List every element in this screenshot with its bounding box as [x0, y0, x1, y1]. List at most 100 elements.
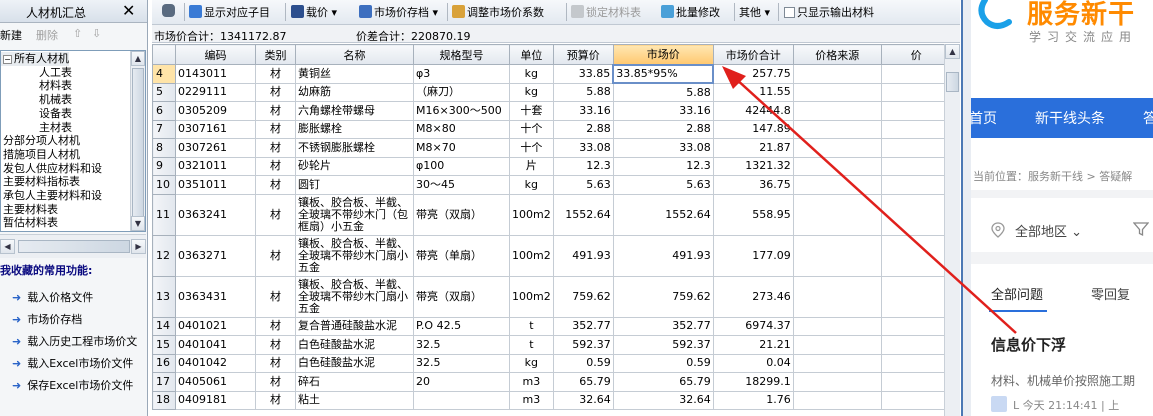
scroll-thumb[interactable]	[132, 68, 144, 218]
table-cell[interactable]: 65.79	[552, 372, 614, 392]
table-cell[interactable]: 6974.37	[712, 316, 794, 336]
table-cell[interactable]: 材	[255, 156, 296, 176]
table-cell[interactable]: m3	[509, 372, 554, 392]
nav-qa[interactable]: 答	[1143, 108, 1153, 128]
table-cell[interactable]: 十个	[509, 119, 554, 139]
table-cell[interactable]: φ100	[413, 156, 510, 176]
table-cell[interactable]: 36.75	[712, 175, 794, 195]
table-cell[interactable]: 12.3	[552, 156, 614, 176]
table-cell[interactable]	[880, 64, 952, 84]
table-cell[interactable]: 不锈钢膨胀螺栓	[295, 138, 414, 158]
table-cell[interactable]: 0.59	[552, 353, 614, 373]
favorite-link[interactable]: ➜ 载入历史工程市场价文	[12, 333, 137, 349]
question-title[interactable]: 信息价下浮	[991, 334, 1066, 355]
table-cell[interactable]	[880, 138, 952, 158]
table-cell[interactable]: 白色硅酸盐水泥	[295, 335, 414, 355]
table-cell[interactable]	[792, 119, 882, 139]
nav-home[interactable]: 首页	[969, 108, 997, 128]
table-cell[interactable]	[792, 138, 882, 158]
table-cell[interactable]: 0405061	[175, 372, 256, 392]
row-number[interactable]: 16	[152, 353, 176, 373]
scroll-left-icon[interactable]: ◀	[0, 239, 15, 254]
table-cell[interactable]: 0.04	[712, 353, 794, 373]
table-cell[interactable]: kg	[509, 175, 554, 195]
table-cell[interactable]	[413, 390, 510, 410]
table-cell[interactable]: 碎石	[295, 372, 414, 392]
table-cell[interactable]: 0401021	[175, 316, 256, 336]
table-cell[interactable]: 材	[255, 390, 296, 410]
table-cell[interactable]: 1321.32	[712, 156, 794, 176]
table-cell[interactable]: 带亮（单扇）	[413, 234, 510, 277]
table-cell[interactable]	[880, 175, 952, 195]
table-cell[interactable]: 带亮（双扇）	[413, 193, 510, 236]
table-cell[interactable]: 1552.64	[552, 193, 614, 236]
table-cell[interactable]: t	[509, 335, 554, 355]
table-cell[interactable]: 镶板、胶合板、半截、全玻璃不带纱木门（包框扇）小五金	[295, 193, 414, 236]
favorite-link[interactable]: ➜ 载入价格文件	[12, 289, 93, 305]
table-cell[interactable]: 镶板、胶合板、半截、全玻璃不带纱木门扇小五金	[295, 234, 414, 277]
table-cell[interactable]	[792, 193, 882, 236]
table-cell[interactable]	[792, 64, 882, 84]
table-cell[interactable]: 砂轮片	[295, 156, 414, 176]
table-cell[interactable]	[792, 101, 882, 121]
table-cell[interactable]: 材	[255, 193, 296, 236]
table-cell[interactable]: kg	[509, 353, 554, 373]
row-number[interactable]: 7	[152, 119, 176, 139]
table-cell[interactable]: 材	[255, 372, 296, 392]
column-header[interactable]	[152, 44, 176, 65]
row-number[interactable]: 13	[152, 275, 176, 318]
column-header[interactable]: 预算价	[552, 44, 614, 65]
table-cell[interactable]: 12.3	[612, 156, 714, 176]
tree-item[interactable]: 发包人供应材料和设	[1, 162, 102, 176]
region-select[interactable]: 全部地区 ⌄	[1015, 221, 1082, 240]
table-cell[interactable]: 21.87	[712, 138, 794, 158]
table-cell[interactable]	[880, 372, 952, 392]
table-cell[interactable]: 352.77	[552, 316, 614, 336]
favorite-link[interactable]: ➜ 载入Excel市场价文件	[12, 355, 133, 371]
table-cell[interactable]: 5.63	[612, 175, 714, 195]
table-cell[interactable]: 膨胀螺栓	[295, 119, 414, 139]
column-header[interactable]: 价	[880, 44, 952, 65]
table-cell[interactable]: t	[509, 316, 554, 336]
table-cell[interactable]: 33.85	[552, 64, 614, 84]
table-cell[interactable]: 32.5	[413, 335, 510, 355]
adjust-coef-button[interactable]: 调整市场价系数	[452, 4, 544, 20]
row-number[interactable]: 6	[152, 101, 176, 121]
table-cell[interactable]	[880, 234, 952, 277]
tree-item[interactable]: 暂估材料表	[1, 216, 58, 230]
table-cell[interactable]: 100m2	[509, 275, 554, 318]
table-row[interactable]: 12 0363271 材镶板、胶合板、半截、全玻璃不带纱木门扇小五金 带亮（单扇） 10…	[152, 234, 952, 277]
table-cell[interactable]: 11.55	[712, 82, 794, 102]
scroll-up-icon[interactable]: ▲	[131, 51, 145, 66]
table-cell[interactable]: （麻刀）	[413, 82, 510, 102]
table-cell[interactable]: 0143011	[175, 64, 256, 84]
table-cell[interactable]: 20	[413, 372, 510, 392]
table-cell[interactable]	[792, 316, 882, 336]
table-cell[interactable]: 幼麻筋	[295, 82, 414, 102]
tab-zero-replies[interactable]: 零回复	[1091, 284, 1130, 303]
table-cell[interactable]: 65.79	[612, 372, 714, 392]
table-cell[interactable]: 0321011	[175, 156, 256, 176]
table-cell[interactable]: P.O 42.5	[413, 316, 510, 336]
table-cell[interactable]: 5.88	[552, 82, 614, 102]
column-header[interactable]: 单位	[509, 44, 554, 65]
row-number[interactable]: 11	[152, 193, 176, 236]
table-cell[interactable]: 0229111	[175, 82, 256, 102]
table-row[interactable]: 16 0401042 材白色硅酸盐水泥 32.5 kg 0.59 0.59 0.04	[152, 353, 952, 373]
table-cell[interactable]: 491.93	[552, 234, 614, 277]
market-price-edit-cell[interactable]: 33.85*95%	[612, 63, 715, 84]
table-cell[interactable]: 100m2	[509, 234, 554, 277]
table-row[interactable]: 4 0143011 材黄铜丝 φ3 kg 33.85 33.85*95% 257.75	[152, 63, 952, 84]
table-cell[interactable]	[880, 119, 952, 139]
table-cell[interactable]: 材	[255, 101, 296, 121]
table-cell[interactable]: 592.37	[612, 335, 714, 355]
load-price-button[interactable]: 载价 ▾	[291, 4, 337, 20]
row-number[interactable]: 10	[152, 175, 176, 195]
table-cell[interactable]: 0363271	[175, 234, 256, 277]
row-number[interactable]: 17	[152, 372, 176, 392]
table-cell[interactable]: 材	[255, 234, 296, 277]
table-cell[interactable]	[880, 275, 952, 318]
tree-item[interactable]: 主要材料表	[1, 203, 58, 217]
table-cell[interactable]: 0307261	[175, 138, 256, 158]
table-cell[interactable]: 32.64	[612, 390, 714, 410]
